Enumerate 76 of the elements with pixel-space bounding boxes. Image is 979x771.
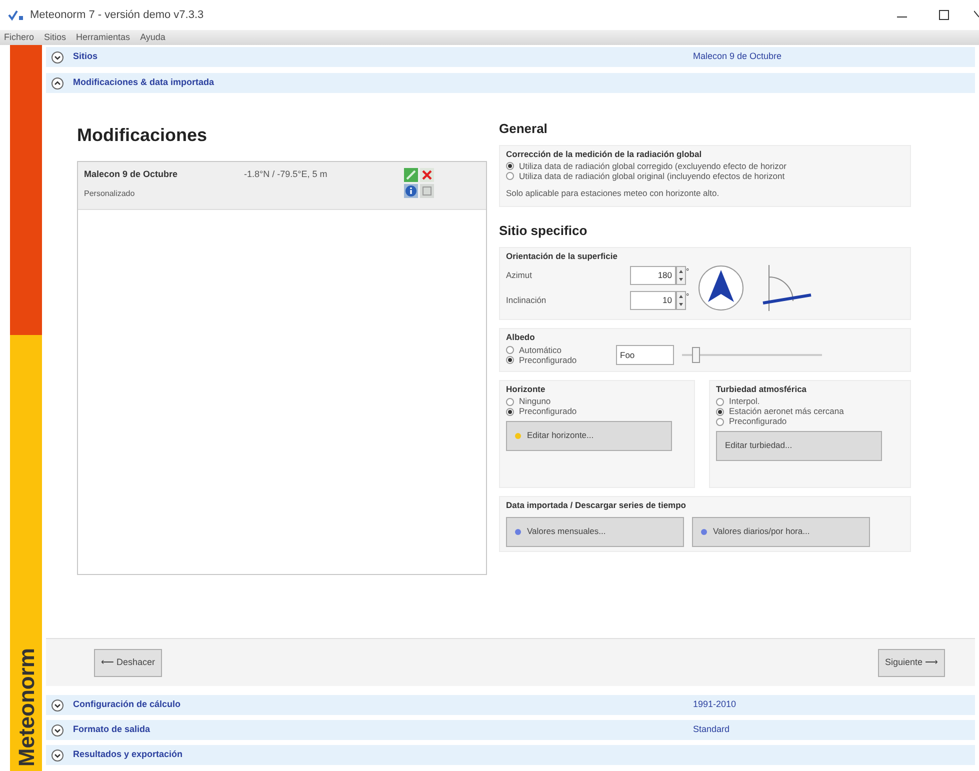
expand-icon[interactable] (51, 748, 64, 762)
collapse-icon[interactable] (51, 76, 64, 90)
maximize-icon[interactable] (938, 9, 950, 21)
next-button[interactable]: Siguiente ⟶ (878, 648, 945, 676)
site-name: Malecon 9 de Octubre (84, 168, 179, 181)
section-header[interactable]: Resultados y exportación (46, 745, 975, 765)
section-header[interactable]: Formato de salida Standard (46, 720, 975, 740)
radio-button[interactable] (506, 408, 514, 416)
field-label: Inclinación (506, 294, 548, 308)
section-title: Configuración de cálculo (73, 698, 182, 712)
unit-label: ° (686, 291, 690, 304)
group-title: Corrección de la medición de la radiación global (506, 148, 703, 161)
field-label: Azimut (506, 269, 533, 282)
section-value: 1991-2010 (693, 698, 736, 712)
import-button[interactable]: Valores diarios/por hora... (692, 516, 870, 547)
albedo-field[interactable]: Foo (616, 345, 674, 365)
radio-label: Estación aeronet más cercana (729, 406, 844, 418)
import-button[interactable]: Valores mensuales... (506, 516, 684, 547)
site-coordinates: -1.8°N / -79.5°E, 5 m (244, 168, 328, 181)
note-text: Solo aplicable para estaciones meteo con horizonte alto. (506, 187, 720, 200)
number-field[interactable]: 10 (630, 291, 676, 310)
group-title: Turbiedad atmosférica (716, 383, 808, 396)
group-title: Data importada / Descargar series de tiempo (506, 499, 687, 512)
radio-button[interactable] (506, 172, 514, 180)
delete-icon[interactable] (420, 168, 434, 182)
radio-label: Ninguno (519, 395, 551, 408)
section-header[interactable]: Modificaciones & data importada (46, 73, 975, 93)
section-heading: General (499, 120, 548, 138)
radio-button[interactable] (716, 408, 724, 416)
slider-track[interactable] (682, 347, 822, 363)
radio-label: Utiliza data de radiación global corregido (excluyendo efecto de horizor (519, 160, 786, 172)
menu-item[interactable]: Herramientas (76, 30, 130, 44)
radio-label: Utiliza data de radiación global original (incluyendo efectos de horizont (519, 170, 785, 183)
section-heading: Sitio specifico (499, 222, 588, 240)
radio-label: Interpol. (729, 395, 760, 408)
section-title: Sitios (73, 50, 99, 64)
compass-icon (697, 264, 746, 312)
menu-item[interactable]: Fichero (4, 30, 34, 44)
group-title: Albedo (506, 331, 536, 344)
radio-label: Preconfigurado (729, 415, 787, 428)
radio-button[interactable] (506, 398, 514, 406)
radio-button[interactable] (506, 356, 514, 364)
info-icon[interactable] (404, 184, 418, 198)
app-icon (8, 9, 24, 21)
expand-icon[interactable] (51, 724, 64, 736)
group-title: Horizonte (506, 383, 546, 396)
list-item[interactable]: Malecon 9 de Octubre Personalizado -1.8°N / -79.5°E, 5 m (78, 162, 486, 210)
window-title: Meteonorm 7 - versión demo v7.3.3 (30, 8, 204, 23)
number-field[interactable]: 180 (630, 266, 676, 286)
radio-label: Preconfigurado (519, 354, 577, 366)
section-title: Resultados y exportación (73, 748, 184, 762)
site-type: Personalizado (84, 188, 136, 200)
expand-icon[interactable] (51, 698, 64, 712)
radio-label: Preconfigurado (519, 406, 577, 418)
section-header[interactable]: Sitios Malecon 9 de Octubre (46, 47, 975, 67)
radio-button[interactable] (716, 418, 724, 426)
edit-horizon-button[interactable]: Editar horizonte... (506, 420, 672, 451)
slider-thumb[interactable] (692, 347, 700, 363)
section-value: Malecon 9 de Octubre (693, 50, 782, 64)
group-title: Orientación de la superficie (506, 250, 618, 263)
expand-icon[interactable] (51, 50, 64, 64)
section-title: Formato de salida (73, 723, 152, 736)
brand-name: Meteonorm (12, 648, 40, 767)
radio-label: Automático (519, 344, 562, 356)
edit-turbidity-button[interactable]: Editar turbiedad... (716, 430, 882, 461)
section-header[interactable]: Configuración de cálculo 1991-2010 (46, 695, 975, 715)
section-value: Standard (693, 723, 730, 736)
radio-button[interactable] (506, 346, 514, 354)
radio-button[interactable] (506, 162, 514, 170)
unit-label: ° (686, 266, 690, 278)
menu-item[interactable]: Ayuda (140, 30, 166, 44)
undo-button[interactable]: ⟵ Deshacer (94, 648, 162, 676)
section-heading: Modificaciones (77, 124, 208, 147)
menu-item[interactable]: Sitios (44, 30, 66, 44)
radio-button[interactable] (716, 398, 724, 406)
section-title: Modificaciones & data importada (73, 76, 216, 90)
